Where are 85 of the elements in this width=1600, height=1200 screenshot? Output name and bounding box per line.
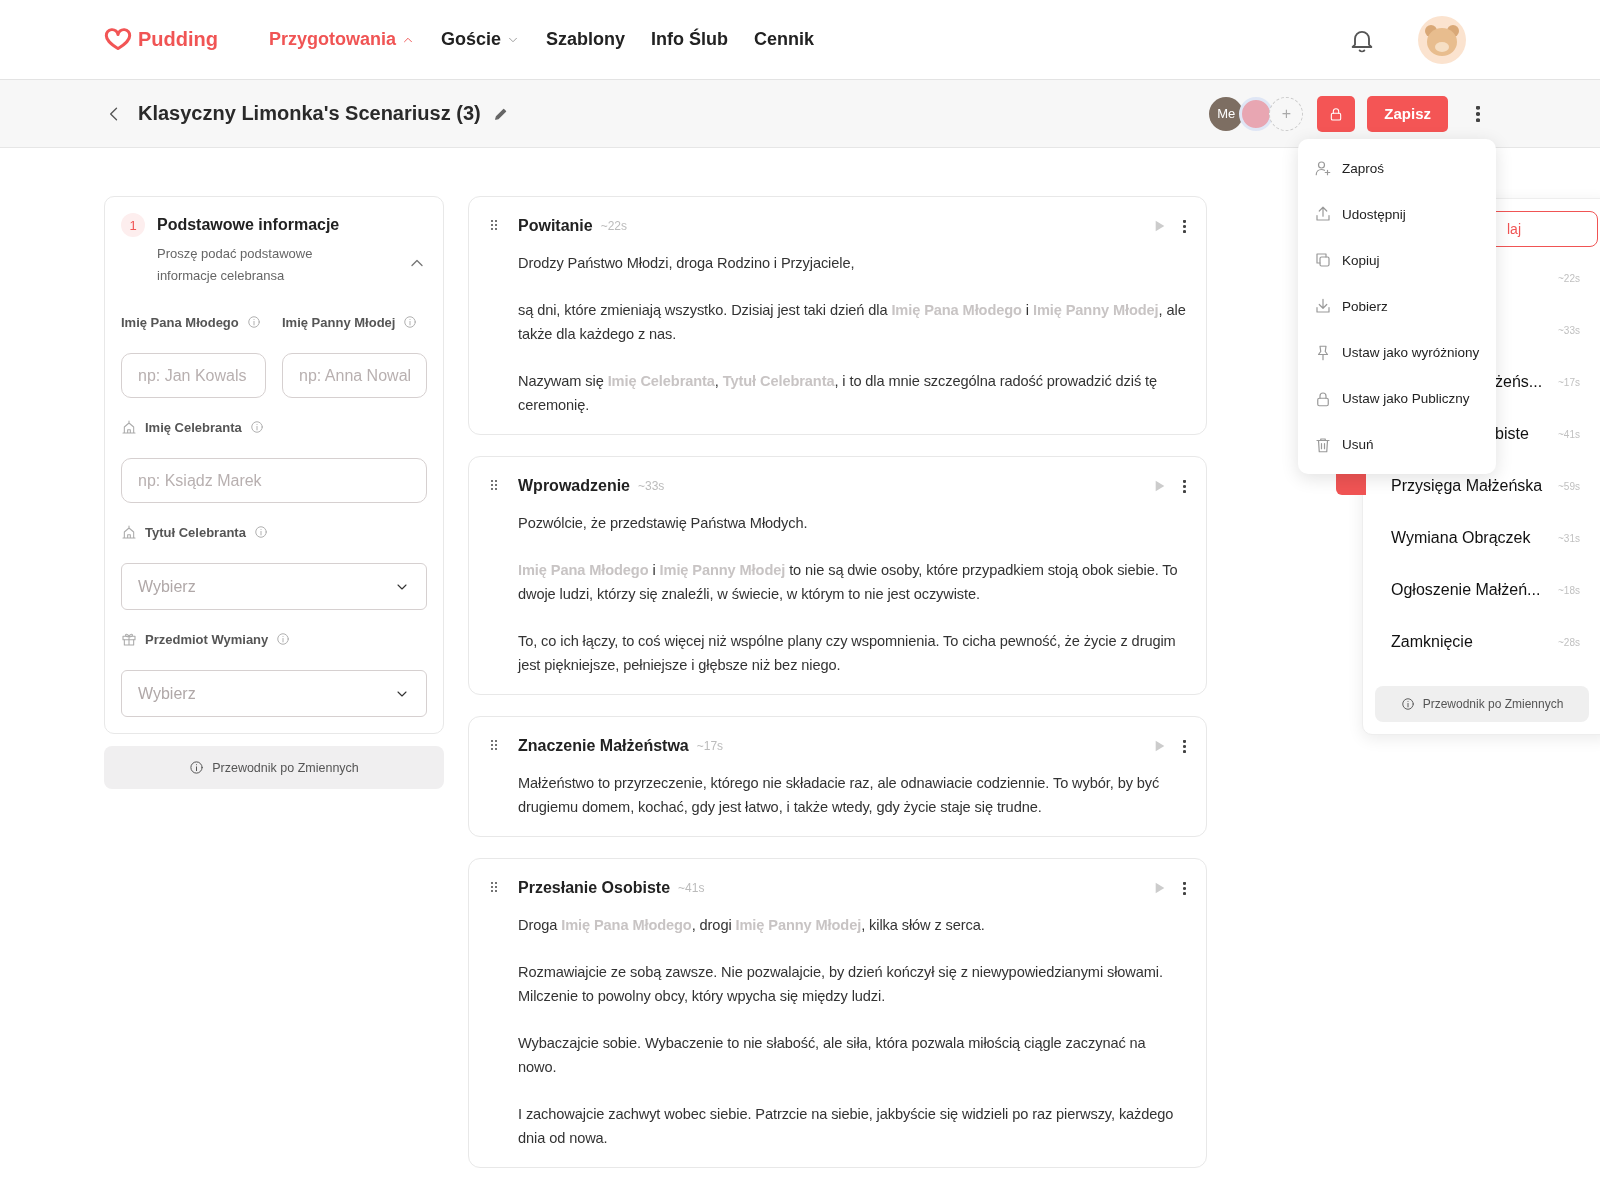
user-plus-icon [1314,159,1332,178]
paragraph: Wybaczajcie sobie. Wybaczenie to nie słabość, ale siła, która pozwala miłością ciągle zaczynać na nowo. [518,1034,1147,1077]
menu-item[interactable]: Ustaw jako wyróżniony [1298,329,1496,376]
outline-item-title: Przysięga Małżeńska [1391,477,1544,495]
nav-item[interactable]: Cennik [754,29,815,50]
church-icon [121,524,137,540]
step-number: 1 [121,213,145,237]
field-label: Przedmiot Wymiany [145,631,269,647]
paragraph: Pozwólcie, że przedstawię Państwa Młodych. [518,514,809,533]
paragraph: I zachowajcie zachwyt wobec siebie. Patrzcie na siebie, jakbyście się widzieli po raz pierwszy, każdego dnia od nowa. [518,1105,1175,1148]
duration-label: ~18s [1558,584,1580,596]
more-icon [1183,479,1186,493]
duration-label: ~33s [638,479,665,493]
menu-item[interactable]: Ustaw jako Publiczny [1298,375,1496,422]
lock-button[interactable] [1317,95,1356,132]
paragraph: są dni, które zmieniają wszystko. Dzisiaj jest taki dzień dla Imię Pana Młodego i Imię Panny Młodej, ale także dla każdego z nas. [518,301,1186,344]
paragraph: Drodzy Państwo Młodzi, droga Rodzino i Przyjaciele, [518,254,856,273]
paragraph: Rozmawiajcie ze sobą zawsze. Nie pozwalajcie, by dzień kończył się z niewypowiedzianymi słowami. Milczenie to powolny obcy, który wpycha się między ludzi. [518,963,1164,1006]
outline-item-title: biste [1494,425,1530,443]
guide-button[interactable]: Przewodnik po Zmiennych [1375,686,1589,722]
more-button[interactable] [1183,479,1186,493]
more-icon [1183,881,1186,895]
paragraph: To, co ich łączy, to coś więcej niż wspólne plany czy wspomnienia. To cicha pewność, że życie z drugim jest piękniejsze, pełniejsze i głębsze niż bez niego. [518,632,1177,675]
duration-label: ~41s [678,881,705,895]
section-title: Znaczenie Małżeństwa [518,737,689,755]
field-label: Imię Celebranta [145,419,242,435]
nav-item[interactable]: Info Ślub [651,29,729,50]
duration-label: ~17s [1558,376,1580,388]
trash-icon [1314,435,1332,454]
download-icon [1314,297,1332,316]
field-label: Imię Panny Młodej [282,314,396,330]
duration-label: ~22s [600,219,628,233]
more-icon [1183,219,1186,233]
church-icon [121,419,137,435]
outline-item-title: Zamknięcie [1391,633,1474,651]
nav-item[interactable]: Goście [441,29,521,50]
upload-icon [1314,205,1332,224]
duration-label: ~28s [1558,636,1580,648]
paragraph: Imię Pana Młodego i Imię Panny Młodej to nie są dwie osoby, które przypadkiem stoją obok siebie. To dwoje ludzi, którzy się znaleźli, w świecie, w którym to nie jest oczywiste. [518,561,1179,604]
menu-item[interactable]: Usuń [1298,421,1496,468]
info-icon [253,525,268,539]
outline-item-title: Ogłoszenie Małżeń... [1391,581,1542,599]
info-icon [276,632,291,646]
paragraph: Droga Imię Pana Młodego, drogi Imię Panny Młodej, kilka słów z serca. [518,916,986,935]
more-button[interactable] [1183,881,1186,895]
section-title: Przesłanie Osobiste [518,879,671,897]
section-description: Proszę podać podstawowe informacje celebransa [157,245,314,285]
info-icon [246,315,261,329]
info-icon [1400,697,1415,711]
document-title: Klasyczny Limonka's Scenariusz (3) [138,102,481,125]
duration-label: ~59s [1558,480,1580,492]
duration-label: ~41s [1558,428,1580,440]
copy-icon [1314,251,1332,270]
info-icon [403,315,418,329]
outline-item-title: Wymiana Obrączek [1391,529,1532,547]
heart-logo-icon [104,26,132,53]
duration-label: ~17s [696,739,724,753]
nav-item[interactable]: Szablony [546,29,626,50]
paragraph: Małżeństwo to przyrzeczenie, którego nie składacie raz, ale odnawiacie codziennie. To wybór, by być drugiemu domem, kochać, gdy jest łatwo, i także wtedy, gdy życie staje się trudne. [518,774,1161,817]
info-icon [189,760,205,775]
outline-item[interactable]: Ogłoszenie Małżeń... ~18s [1375,564,1598,616]
more-button[interactable] [1183,219,1186,233]
paragraph: Nazywam się Imię Celebranta, Tytuł Celebranta, i to dla mnie szczególna radość prowadzić dziś tę ceremonię. [518,372,1159,415]
input-field[interactable]: np: Jan Kowals [121,353,266,398]
side-tab[interactable] [1336,472,1366,495]
outline-item[interactable]: Wymiana Obrączek ~31s [1375,512,1598,564]
duration-label: ~31s [1558,532,1580,544]
menu-item[interactable]: Pobierz [1298,283,1496,330]
input-field[interactable]: np: Anna Nowal [282,353,427,398]
outline-item[interactable]: Zamknięcie ~28s [1375,616,1598,668]
section-title: Wprowadzenie [518,477,630,495]
section-title: Powitanie [518,217,593,235]
field-label: Tytuł Celebranta [145,524,246,540]
outline-item-title: żeńs... [1494,373,1544,391]
guide-button[interactable]: Przewodnik po Zmiennych [104,746,444,789]
more-icon [1183,739,1186,753]
more-icon [1476,105,1480,122]
input-field[interactable]: np: Ksiądz Marek [121,458,427,503]
info-icon [249,420,264,434]
lock-icon [1314,389,1332,408]
more-button[interactable] [1183,739,1186,753]
menu-item[interactable]: Zaproś [1298,145,1496,192]
field-label: Imię Pana Młodego [121,314,239,330]
section-title: Podstawowe informacje [157,215,341,235]
gift-icon [121,631,137,647]
